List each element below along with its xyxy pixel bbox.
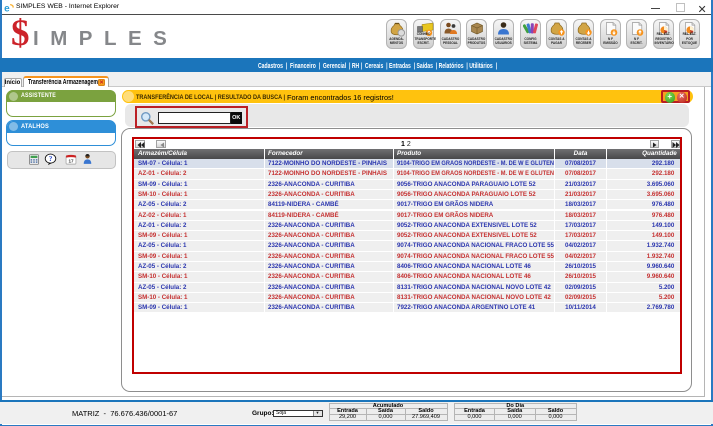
svg-text:17: 17 — [68, 158, 74, 163]
svg-text:e: e — [4, 3, 10, 13]
svg-text:?: ? — [48, 155, 52, 163]
